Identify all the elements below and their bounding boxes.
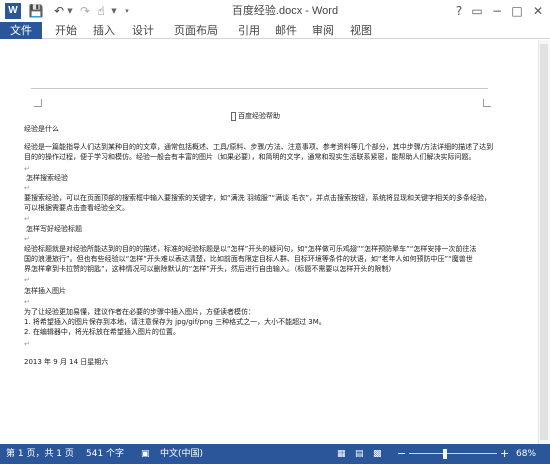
document-canvas[interactable]: 百度经验帮助 经验是什么 经验是一篇能指导人们达到某种目的的文章，通常包括概述、…	[0, 40, 550, 444]
paragraph-line[interactable]: 经验是一篇能指导人们达到某种目的的文章，通常包括概述、工具/原料、步骤/方法、注…	[24, 143, 493, 152]
customize-qat-icon[interactable]: ▾	[122, 3, 132, 19]
paragraph-line[interactable]: 为了让经验更加易懂，建议作者在必要的步骤中插入图片，方便读者模仿：	[24, 308, 255, 317]
language-status[interactable]: 中文(中国)	[160, 444, 212, 464]
paragraph-line[interactable]: 怎样搜索经验	[26, 174, 68, 183]
tab-insert[interactable]: 插入	[87, 22, 121, 39]
undo-dropdown-icon[interactable]: ▼	[66, 3, 74, 19]
zoom-level[interactable]: 68%	[516, 444, 546, 464]
margin-corner-top-right	[483, 99, 491, 107]
ribbon-options-button[interactable]: ▭	[469, 2, 485, 20]
print-layout-icon[interactable]: ▤	[355, 444, 369, 464]
undo-icon[interactable]: ↶	[52, 3, 66, 19]
vertical-scrollbar-thumb[interactable]	[540, 44, 548, 440]
tab-mailings[interactable]: 邮件	[269, 22, 303, 39]
tab-review[interactable]: 审阅	[306, 22, 340, 39]
tab-home[interactable]: 开始	[49, 22, 83, 39]
touch-mode-icon[interactable]: ☝	[94, 3, 108, 19]
paragraph-line[interactable]: 经验标题就是对经验所能达到的目的的描述，标准的经验标题是以“怎样”开头的疑问句，…	[24, 245, 476, 254]
zoom-slider-track[interactable]	[409, 453, 497, 454]
page-top-edge	[31, 88, 488, 89]
maximize-button[interactable]: □	[509, 2, 525, 20]
word-app-icon[interactable]: W	[5, 3, 21, 19]
paragraph-line[interactable]: 国的浪漫旅行”。但也有些经验以“怎样”开头难以表达清楚，比如前面有限定目标人群、…	[24, 255, 473, 264]
title-bar: W 💾 ↶ ▼ ↷ ☝ ▼ ▾ 百度经验.docx - Word ? ▭ − □…	[0, 0, 550, 22]
margin-corner-top-left	[34, 99, 42, 107]
paragraph-line[interactable]: 1. 将希望插入的图片保存到本地，请注意保存为 jpg/gif/png 三种格式…	[24, 318, 326, 327]
minimize-button[interactable]: −	[489, 2, 505, 20]
redo-icon[interactable]: ↷	[78, 3, 92, 19]
zoom-in-button[interactable]: +	[500, 444, 510, 464]
page-count-status[interactable]: 第 1 页，共 1 页	[6, 444, 74, 464]
word-count-status[interactable]: 541 个字	[86, 444, 134, 464]
help-button[interactable]: ?	[451, 2, 467, 20]
web-layout-icon[interactable]: ▩	[373, 444, 387, 464]
paragraph-mark: ↵	[24, 184, 30, 192]
paragraph-mark: ↵	[24, 165, 30, 173]
save-icon[interactable]: 💾	[28, 3, 44, 19]
date-line[interactable]: 2013 年 9 月 14 日星期六	[24, 358, 108, 367]
paragraph-mark: ↵	[24, 215, 30, 223]
tab-design[interactable]: 设计	[126, 22, 160, 39]
tab-view[interactable]: 视图	[344, 22, 378, 39]
paragraph-line[interactable]: 2. 在编辑器中，将光标放在希望插入图片的位置。	[24, 328, 180, 337]
read-mode-icon[interactable]: ▦	[337, 444, 351, 464]
paragraph-mark: ↵	[24, 340, 30, 348]
tab-references[interactable]: 引用	[232, 22, 266, 39]
touch-dropdown-icon[interactable]: ▼	[110, 3, 118, 19]
paragraph-mark: ↵	[24, 298, 30, 306]
tab-file[interactable]: 文件	[0, 22, 42, 39]
paragraph-line[interactable]: 要搜索经验，可以在页面顶部的搜索框中输入要搜索的关键字，如“满洗 羽绒服”“满谈…	[24, 194, 491, 203]
paragraph-line[interactable]: 怎样插入图片	[24, 287, 66, 296]
paragraph-line[interactable]: 经验是什么	[24, 125, 59, 134]
paragraph-mark: ↵	[24, 235, 30, 243]
text-cursor	[231, 112, 236, 121]
paragraph-mark: ↵	[24, 276, 30, 284]
ribbon-tab-bar: 文件 开始 插入 设计 页面布局 引用 邮件 审阅 视图	[0, 22, 550, 39]
paragraph-line[interactable]: 界怎样拿到卡拉赞的钥匙”，这种情况可以删除默认的“怎样”开头，然后进行自由输入。…	[24, 265, 395, 274]
tab-page-layout[interactable]: 页面布局	[166, 22, 226, 39]
zoom-slider-thumb[interactable]	[443, 449, 447, 459]
paragraph-line[interactable]: 可以根据需要点击查看经验全文。	[24, 204, 129, 213]
window-title: 百度经验.docx - Word	[231, 5, 339, 17]
paragraph-line[interactable]: 怎样写好经验标题	[26, 225, 82, 234]
proofing-icon[interactable]: ▣	[141, 444, 153, 464]
status-bar: 第 1 页，共 1 页 541 个字 ▣ 中文(中国) ▦ ▤ ▩ − + 68…	[0, 444, 550, 464]
paragraph-line[interactable]: 目的的操作过程，便于学习和模仿。经验一般会有丰富的图片（如果必要），和简明的文字…	[24, 153, 476, 162]
document-heading[interactable]: 百度经验帮助	[238, 112, 280, 121]
zoom-out-button[interactable]: −	[397, 444, 407, 464]
close-button[interactable]: ✕	[529, 2, 547, 20]
